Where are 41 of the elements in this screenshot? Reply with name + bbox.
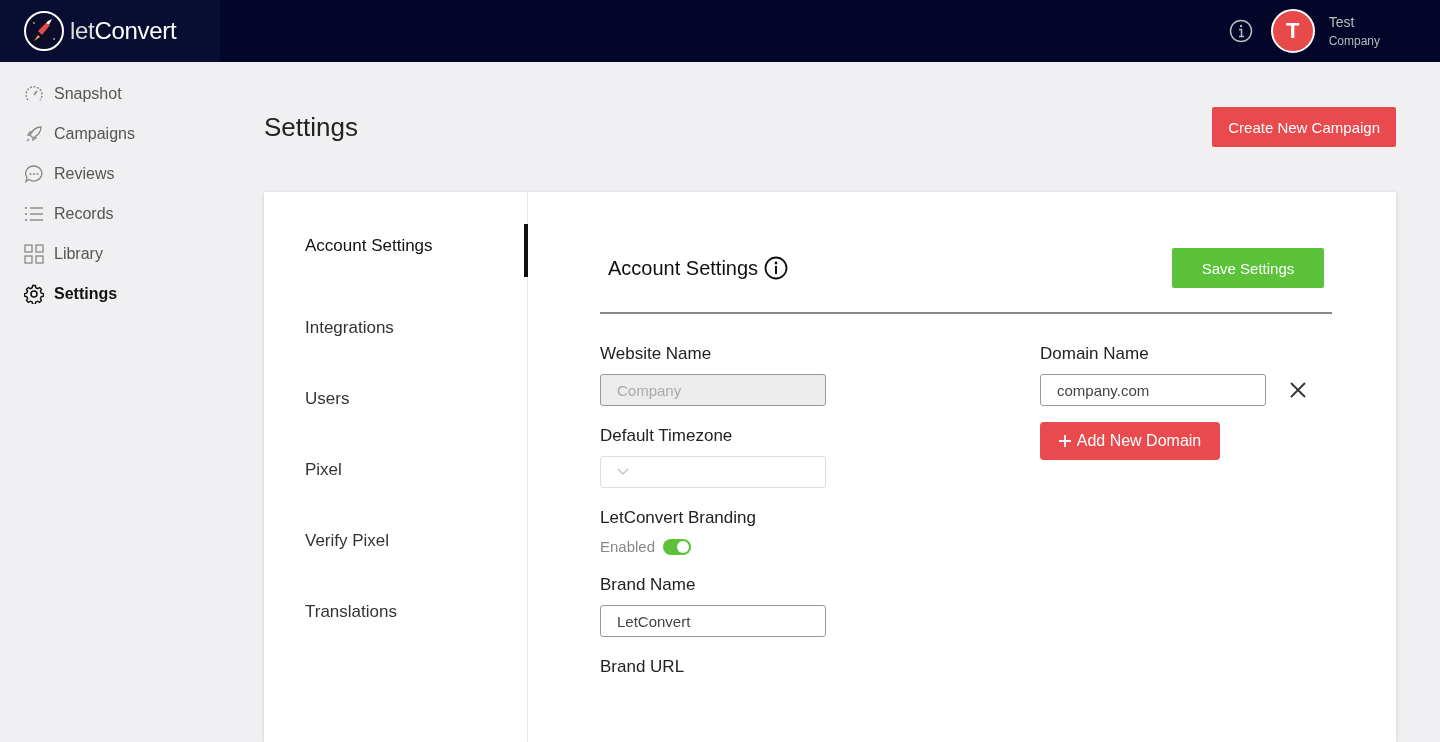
field-label: Brand Name bbox=[600, 575, 697, 595]
sidebar-item[interactable]: Snapshot bbox=[0, 74, 220, 114]
settings-tab[interactable]: Pixel bbox=[264, 450, 528, 490]
sidebar-item[interactable]: Campaigns bbox=[0, 114, 220, 154]
user-name: Test bbox=[1328, 14, 1356, 30]
settings-tab[interactable]: Users bbox=[264, 379, 528, 419]
page-title: Settings bbox=[264, 111, 358, 143]
field-label: Domain Name bbox=[1040, 344, 1150, 364]
plus-icon bbox=[1058, 435, 1071, 447]
info-icon[interactable] bbox=[764, 256, 789, 280]
company-name: Company bbox=[1328, 34, 1380, 48]
field-label: Brand URL bbox=[600, 657, 686, 677]
chat-icon bbox=[24, 164, 44, 184]
field-label: Website Name bbox=[600, 344, 713, 364]
settings-icon bbox=[24, 284, 44, 304]
create-campaign-button[interactable]: Create New Campaign bbox=[1212, 107, 1396, 147]
text-field[interactable]: LetConvert bbox=[600, 605, 826, 637]
settings-tab[interactable]: Translations bbox=[264, 592, 528, 632]
settings-tab[interactable]: Verify Pixel bbox=[264, 521, 528, 561]
list-icon bbox=[24, 204, 44, 224]
brand-name: letConvert bbox=[70, 17, 177, 45]
user-avatar[interactable]: T bbox=[1270, 9, 1315, 53]
add-domain-button[interactable]: Add New Domain bbox=[1040, 422, 1220, 460]
domain-field[interactable]: company.com bbox=[1040, 374, 1266, 406]
rocket-logo-icon bbox=[24, 11, 64, 51]
sidebar-item[interactable]: Library bbox=[0, 234, 220, 274]
sidebar-item[interactable]: Settings bbox=[0, 274, 220, 314]
close-icon[interactable] bbox=[1290, 382, 1306, 398]
branding-toggle[interactable] bbox=[663, 538, 692, 555]
rocket-icon bbox=[24, 124, 44, 144]
toggle-state-label: Enabled bbox=[600, 538, 656, 555]
panel-title: Account Settings bbox=[608, 256, 759, 280]
sidebar-item[interactable]: Reviews bbox=[0, 154, 220, 194]
chevron-down-icon bbox=[617, 468, 629, 476]
sidebar-item[interactable]: Records bbox=[0, 194, 220, 234]
settings-tab[interactable]: Integrations bbox=[264, 308, 528, 348]
field-label: Default Timezone bbox=[600, 426, 734, 446]
grid-icon bbox=[24, 244, 44, 264]
info-icon[interactable] bbox=[1228, 19, 1253, 43]
field-label: LetConvert Branding bbox=[600, 508, 757, 528]
settings-tab[interactable]: Account Settings bbox=[264, 224, 528, 277]
